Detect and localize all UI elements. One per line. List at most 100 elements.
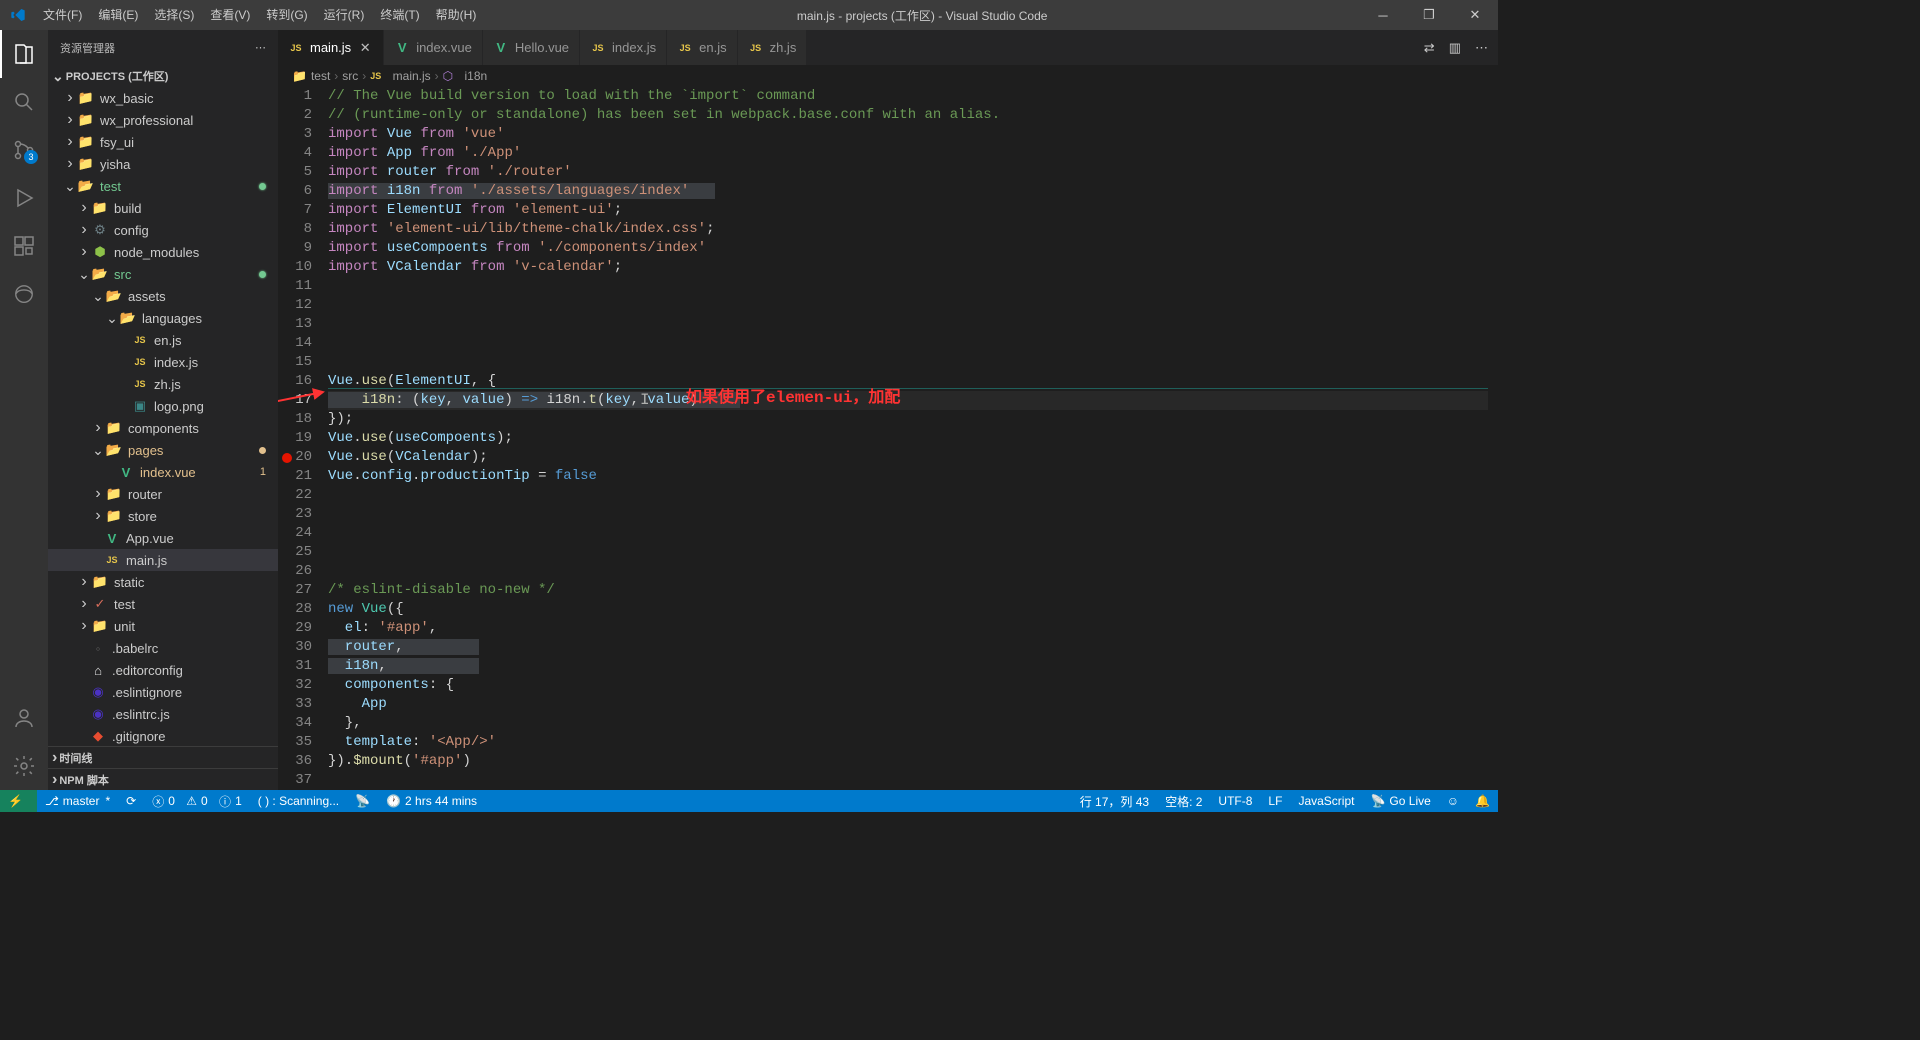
tree-build[interactable]: build xyxy=(48,197,278,219)
tree-label: languages xyxy=(142,311,202,326)
tab-index-js[interactable]: JSindex.js xyxy=(580,30,667,65)
live-share[interactable]: 📡 xyxy=(347,790,378,812)
menu-select[interactable]: 选择(S) xyxy=(146,0,202,30)
explorer-icon[interactable] xyxy=(0,30,48,78)
js-icon: JS xyxy=(370,71,381,81)
close-icon[interactable]: ✕ xyxy=(357,40,373,56)
go-live[interactable]: 📡Go Live xyxy=(1362,790,1438,812)
editor-area: JSmain.js✕ Vindex.vue VHello.vue JSindex… xyxy=(278,30,1498,790)
tree-label: build xyxy=(114,201,141,216)
settings-icon[interactable] xyxy=(0,742,48,790)
account-icon[interactable] xyxy=(0,694,48,742)
tree-label: static xyxy=(114,575,144,590)
scm-icon[interactable]: 3 xyxy=(0,126,48,174)
tree-assets[interactable]: assets xyxy=(48,285,278,307)
tree-unit[interactable]: unit xyxy=(48,615,278,637)
menu-run[interactable]: 运行(R) xyxy=(316,0,373,30)
code-content[interactable]: // The Vue build version to load with th… xyxy=(328,87,1488,790)
tree-src[interactable]: src xyxy=(48,263,278,285)
section-npm[interactable]: NPM 脚本 xyxy=(48,768,278,790)
search-icon[interactable] xyxy=(0,78,48,126)
tree-components[interactable]: components xyxy=(48,417,278,439)
menu-view[interactable]: 查看(V) xyxy=(202,0,258,30)
remote-button[interactable]: ⚡ xyxy=(0,790,31,812)
tree-config[interactable]: ⚙config xyxy=(48,219,278,241)
menu-help[interactable]: 帮助(H) xyxy=(428,0,485,30)
scanning[interactable]: ( ) : Scanning... xyxy=(250,790,347,812)
tree-editorconfig[interactable]: ⌂.editorconfig xyxy=(48,659,278,681)
tree-main-js[interactable]: JSmain.js xyxy=(48,549,278,571)
menu-terminal[interactable]: 终端(T) xyxy=(372,0,427,30)
tree-yisha[interactable]: yisha xyxy=(48,153,278,175)
tree-wx-professional[interactable]: wx_professional xyxy=(48,109,278,131)
split-icon[interactable]: ▥ xyxy=(1449,40,1461,56)
tree-static[interactable]: static xyxy=(48,571,278,593)
tree-languages[interactable]: languages xyxy=(48,307,278,329)
breadcrumbs[interactable]: 📁test › src › JS main.js › ⬡ i18n xyxy=(278,65,1498,87)
tree-pages[interactable]: pages xyxy=(48,439,278,461)
indentation[interactable]: 空格: 2 xyxy=(1157,790,1210,812)
chevron-right-icon xyxy=(90,507,106,525)
breakpoint-icon[interactable] xyxy=(282,453,292,463)
menu-file[interactable]: 文件(F) xyxy=(35,0,90,30)
minimap[interactable] xyxy=(1488,87,1498,790)
tab-label: index.vue xyxy=(416,40,472,55)
section-projects[interactable]: PROJECTS (工作区) xyxy=(48,65,278,87)
tree-label: node_modules xyxy=(114,245,199,260)
tab-main-js[interactable]: JSmain.js✕ xyxy=(278,30,384,65)
git-sync[interactable]: ⟳ xyxy=(118,790,144,812)
tree-test-folder[interactable]: ✓test xyxy=(48,593,278,615)
sidebar-more-icon[interactable]: ⋯ xyxy=(255,41,266,54)
tree-node-modules[interactable]: ⬢ node_modules xyxy=(48,241,278,263)
tab-index-vue[interactable]: Vindex.vue xyxy=(384,30,483,65)
tree-label: .eslintignore xyxy=(112,685,182,700)
maximize-button[interactable]: ❐ xyxy=(1406,0,1452,30)
tab-hello-vue[interactable]: VHello.vue xyxy=(483,30,580,65)
tree-index-js[interactable]: JSindex.js xyxy=(48,351,278,373)
tree-app-vue[interactable]: VApp.vue xyxy=(48,527,278,549)
compare-icon[interactable]: ⇄ xyxy=(1424,40,1435,56)
tree-wx-basic[interactable]: wx_basic xyxy=(48,87,278,109)
tab-zh-js[interactable]: JSzh.js xyxy=(738,30,808,65)
close-button[interactable]: ✕ xyxy=(1452,0,1498,30)
tree-zh-js[interactable]: JSzh.js xyxy=(48,373,278,395)
edge-icon[interactable] xyxy=(0,270,48,318)
folder-icon: ⬢ xyxy=(92,244,108,260)
tree-store[interactable]: store xyxy=(48,505,278,527)
minimize-button[interactable]: ─ xyxy=(1360,0,1406,30)
eol[interactable]: LF xyxy=(1260,790,1290,812)
tree-gitignore[interactable]: ◆.gitignore xyxy=(48,725,278,746)
feedback[interactable]: ☺ xyxy=(1439,790,1467,812)
tree-babelrc[interactable]: ◦.babelrc xyxy=(48,637,278,659)
encoding[interactable]: UTF-8 xyxy=(1210,790,1260,812)
tree-logo-png[interactable]: ▣logo.png xyxy=(48,395,278,417)
tree-eslintrc[interactable]: ◉.eslintrc.js xyxy=(48,703,278,725)
debug-icon[interactable] xyxy=(0,174,48,222)
time-tracking[interactable]: 🕐2 hrs 44 mins xyxy=(378,790,485,812)
chevron-right-icon xyxy=(62,111,78,129)
tree-fsy-ui[interactable]: fsy_ui xyxy=(48,131,278,153)
git-branch[interactable]: ⎇master* xyxy=(37,790,118,812)
extensions-icon[interactable] xyxy=(0,222,48,270)
cursor-position[interactable]: 行 17，列 43 xyxy=(1072,790,1157,812)
tab-label: index.js xyxy=(612,40,656,55)
tab-en-js[interactable]: JSen.js xyxy=(667,30,737,65)
notifications[interactable]: 🔔 xyxy=(1467,790,1498,812)
tree-en-js[interactable]: JSen.js xyxy=(48,329,278,351)
tree-index-vue[interactable]: Vindex.vue1 xyxy=(48,461,278,483)
tree-test[interactable]: test xyxy=(48,175,278,197)
code-editor[interactable]: 12345 678910 1112131415 16171819 20 2122… xyxy=(278,87,1498,790)
menu-goto[interactable]: 转到(G) xyxy=(258,0,315,30)
activitybar: 3 xyxy=(0,30,48,790)
branch-icon: ⎇ xyxy=(45,794,59,808)
more-icon[interactable]: ⋯ xyxy=(1475,40,1488,56)
language-mode[interactable]: JavaScript xyxy=(1290,790,1362,812)
tree-label: .gitignore xyxy=(112,729,165,744)
chevron-right-icon xyxy=(76,199,92,217)
menu-edit[interactable]: 编辑(E) xyxy=(90,0,146,30)
chevron-right-icon xyxy=(76,617,92,635)
section-timeline[interactable]: 时间线 xyxy=(48,746,278,768)
problems[interactable]: ⓧ0 ⚠0 ⓘ1 xyxy=(144,790,250,812)
tree-router[interactable]: router xyxy=(48,483,278,505)
tree-eslintignore[interactable]: ◉.eslintignore xyxy=(48,681,278,703)
